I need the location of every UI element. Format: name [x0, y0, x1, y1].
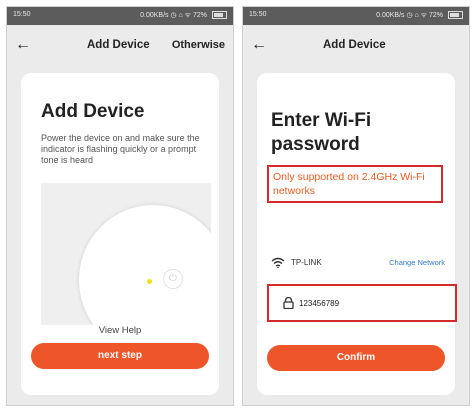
- battery-icon: [448, 11, 463, 20]
- right-phone-screen: 15:50 0.00KB/s ◷ ⌂ ᯤ 72% ← Add Device En…: [242, 6, 470, 406]
- card-heading: Enter Wi-Fi password: [271, 109, 371, 157]
- device-illustration: ⏻: [41, 183, 211, 325]
- instruction-text: Power the device on and make sure the in…: [41, 133, 200, 165]
- wifi-icon: [271, 257, 285, 268]
- lock-icon: [283, 297, 294, 309]
- back-arrow-icon[interactable]: ←: [15, 35, 31, 55]
- back-arrow-icon[interactable]: ←: [251, 35, 267, 55]
- heading-line-2: password: [271, 134, 360, 155]
- status-indicators: 0.00KB/s ◷ ⌂ ᯤ 72%: [376, 11, 463, 20]
- content-card: Add Device Power the device on and make …: [21, 73, 219, 395]
- view-help-link[interactable]: View Help: [21, 325, 219, 336]
- page-title: Add Device: [323, 39, 386, 51]
- status-text: 0.00KB/s ◷ ⌂ ᯤ 72%: [140, 12, 208, 19]
- status-indicators: 0.00KB/s ◷ ⌂ ᯤ 72%: [140, 11, 227, 20]
- wifi-ssid: TP-LINK: [291, 258, 322, 267]
- device-body: ⏻: [79, 205, 211, 325]
- power-icon: ⏻: [163, 269, 183, 289]
- content-card: Enter Wi-Fi password Only supported on 2…: [257, 73, 457, 395]
- wifi-network-row: TP-LINK Change Network: [271, 255, 445, 271]
- change-network-link[interactable]: Change Network: [389, 258, 445, 267]
- password-field[interactable]: 123456789: [267, 284, 457, 322]
- next-step-button[interactable]: next step: [31, 343, 209, 369]
- nav-bar: ← Add Device: [243, 25, 469, 69]
- battery-icon: [212, 11, 227, 20]
- status-bar: 15:50 0.00KB/s ◷ ⌂ ᯤ 72%: [243, 7, 469, 25]
- status-bar: 15:50 0.00KB/s ◷ ⌂ ᯤ 72%: [7, 7, 233, 25]
- status-time: 15:50: [249, 11, 267, 18]
- page-title: Add Device: [87, 39, 150, 51]
- status-time: 15:50: [13, 11, 31, 18]
- confirm-button[interactable]: Confirm: [267, 345, 445, 371]
- left-phone-screen: 15:50 0.00KB/s ◷ ⌂ ᯤ 72% ← Add Device Ot…: [6, 6, 234, 406]
- nav-bar: ← Add Device Otherwise: [7, 25, 233, 69]
- card-heading: Add Device: [41, 101, 145, 122]
- password-value: 123456789: [299, 299, 340, 308]
- indicator-light: [147, 279, 152, 284]
- status-text: 0.00KB/s ◷ ⌂ ᯤ 72%: [376, 12, 444, 19]
- frequency-warning: Only supported on 2.4GHz Wi-Fi networks: [267, 165, 443, 203]
- otherwise-button[interactable]: Otherwise: [172, 39, 225, 51]
- heading-line-1: Enter Wi-Fi: [271, 110, 372, 131]
